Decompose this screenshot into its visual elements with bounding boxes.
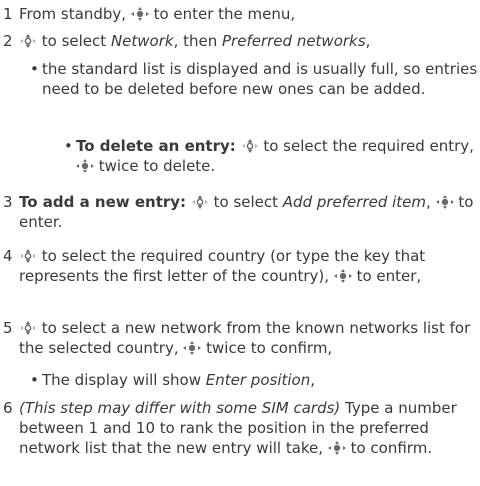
- nav-key-scroll-icon: [19, 249, 37, 263]
- step-number: 2: [3, 32, 13, 50]
- step-number: 1: [3, 5, 13, 23]
- nav-key-press-icon: [435, 195, 454, 209]
- nav-key-press-icon: [333, 269, 352, 283]
- nav-key-press-icon: [76, 159, 94, 173]
- nav-key-scroll-icon: [19, 34, 37, 48]
- step-number: 4: [3, 247, 13, 265]
- nav-key-scroll-icon: [191, 195, 209, 209]
- nav-key-press-icon: [183, 341, 202, 355]
- step-1: 1 From standby, to enter the menu,: [3, 5, 296, 23]
- nav-key-scroll-icon: [19, 321, 37, 335]
- nav-key-scroll-icon: [241, 139, 259, 153]
- step-number: 3: [3, 193, 13, 211]
- step-4: 4 to select the required country (or typ…: [3, 247, 426, 285]
- nav-key-press-icon: [130, 7, 149, 21]
- step-6: 6 (This step may differ with some SIM ca…: [3, 399, 457, 457]
- step-number: 5: [3, 319, 13, 337]
- step-2: 2 to select Network, then Preferred netw…: [3, 32, 371, 50]
- list-item: • To delete an entry: to select the requ…: [64, 137, 474, 175]
- list-item: • The display will show Enter position,: [30, 371, 316, 389]
- step-5: 5 to select a new network from the known…: [3, 319, 471, 357]
- nav-key-press-icon: [327, 441, 346, 455]
- step-number: 6: [3, 399, 13, 417]
- step-3: 3 To add a new entry: to select Add pref…: [3, 193, 474, 231]
- list-item: • the standard list is displayed and is …: [30, 60, 478, 98]
